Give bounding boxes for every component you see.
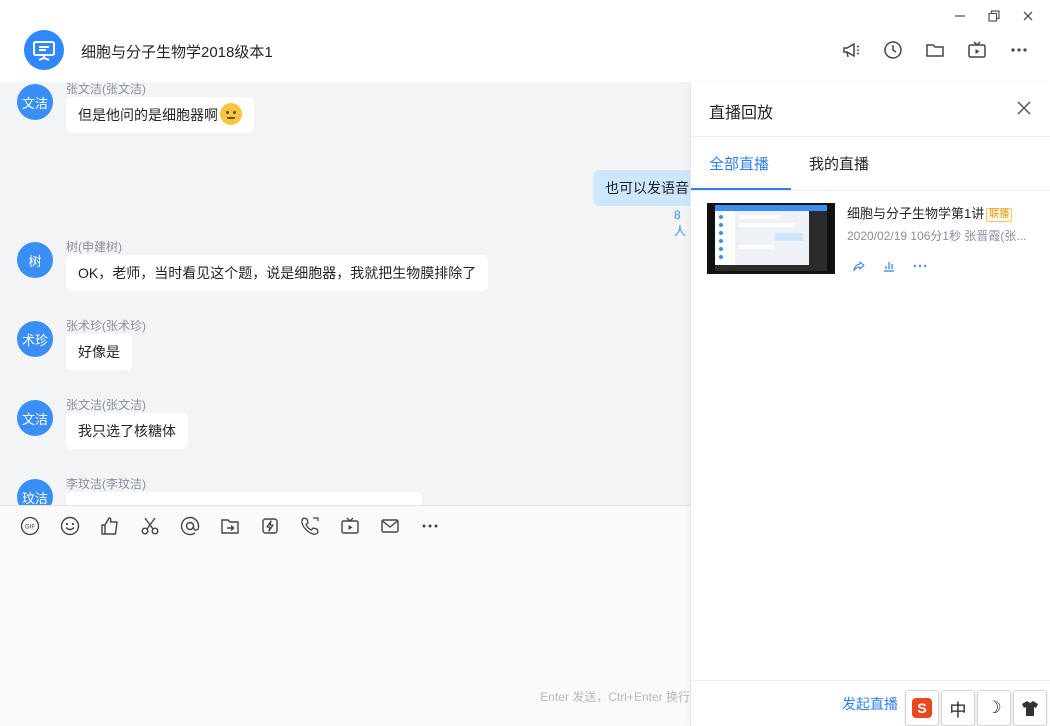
playback-item[interactable]: 细胞与分子生物学第1讲 联播 2020/02/19 106分1秒 张晋霞(张...: [707, 203, 1043, 275]
start-live-button[interactable]: 发起直播: [842, 694, 898, 714]
message-bubble[interactable]: 好像是: [66, 334, 132, 370]
scissors-icon: [141, 517, 159, 534]
shirt-icon: [1022, 701, 1038, 716]
more-button[interactable]: [998, 36, 1040, 64]
close-button[interactable]: [1014, 6, 1042, 26]
more-icon[interactable]: [913, 260, 927, 272]
message-text: 但是他问的是细胞器啊: [78, 107, 218, 123]
more-icon: [1011, 48, 1027, 52]
group-avatar[interactable]: [24, 30, 64, 70]
live-button[interactable]: [330, 512, 370, 540]
avatar[interactable]: 文洁: [17, 400, 53, 436]
sender-name: 树(申建树): [66, 240, 122, 254]
stats-icon[interactable]: [883, 260, 895, 272]
live-playback-button[interactable]: [956, 36, 998, 64]
ime-moon-toggle[interactable]: ☽: [977, 690, 1011, 726]
tab-all-live[interactable]: 全部直播: [709, 153, 769, 174]
tv-icon: [968, 41, 986, 58]
clock-icon: [884, 41, 902, 59]
tv-icon: [341, 517, 359, 534]
gif-icon: GIF: [20, 516, 40, 535]
emoji-button[interactable]: [50, 512, 90, 540]
message-bubble[interactable]: 但是他问的是细胞器啊: [66, 97, 254, 133]
broadcast-badge: 联播: [986, 208, 1013, 222]
smile-icon: [60, 516, 80, 535]
svg-text:GIF: GIF: [25, 524, 35, 530]
live-playback-panel: 直播回放 全部直播 我的直播 细胞与分子生物学第1讲 联播 2020/02/19 …: [690, 82, 1050, 726]
avatar[interactable]: 树: [17, 242, 53, 278]
send-hint: Enter 发送，Ctrl+Enter 换行: [540, 690, 690, 704]
tab-my-live[interactable]: 我的直播: [809, 153, 869, 174]
video-title-text: 细胞与分子生物学第1讲: [847, 206, 985, 221]
call-button[interactable]: [290, 512, 330, 540]
screenshot-button[interactable]: [130, 512, 170, 540]
at-icon: [180, 516, 200, 535]
group-title: 细胞与分子生物学2018级本1: [81, 44, 273, 61]
share-icon[interactable]: [853, 260, 865, 272]
close-icon: [1023, 11, 1033, 21]
restore-icon: [988, 10, 1000, 22]
panel-close-button[interactable]: [1016, 100, 1032, 116]
presentation-icon: [33, 41, 55, 61]
window-controls: [946, 6, 1042, 26]
sender-name: 张文洁(张文洁): [66, 82, 146, 96]
history-button[interactable]: [872, 36, 914, 64]
chat-messages[interactable]: 文洁 张文洁(张文洁) 但是他问的是细胞器啊 也可以发语音 8人 树 树(申建树…: [0, 82, 690, 506]
sender-name: 张术珍(张术珍): [66, 319, 146, 333]
message-bubble[interactable]: [66, 492, 422, 506]
self-message-bubble[interactable]: 也可以发语音: [593, 170, 690, 206]
ime-logo[interactable]: S: [905, 690, 939, 726]
minimize-icon: [955, 15, 965, 17]
message-bubble[interactable]: 我只选了核糖体: [66, 413, 188, 449]
mail-icon: [381, 518, 399, 533]
input-toolbar: GIF: [0, 505, 690, 545]
header-actions: [830, 36, 1040, 64]
thinking-emoji-icon: [220, 103, 242, 125]
flash-button[interactable]: [250, 512, 290, 540]
gif-button[interactable]: GIF: [10, 512, 50, 540]
avatar[interactable]: 文洁: [17, 84, 53, 120]
file-button[interactable]: [210, 512, 250, 540]
sogou-logo-icon: S: [912, 698, 932, 718]
minimize-button[interactable]: [946, 6, 974, 26]
folder-icon: [926, 44, 944, 57]
phone-icon: [301, 516, 319, 535]
ime-language-toggle[interactable]: 中: [941, 690, 975, 726]
mention-button[interactable]: [170, 512, 210, 540]
divider: [691, 190, 1050, 191]
panel-title: 直播回放: [709, 105, 774, 122]
thumbnail-preview-icon: [715, 205, 827, 271]
avatar[interactable]: 术珍: [17, 321, 53, 357]
read-count[interactable]: 8人: [674, 208, 690, 239]
svg-text:S: S: [917, 700, 926, 716]
announcement-button[interactable]: [830, 36, 872, 64]
sender-name: 张文洁(张文洁): [66, 398, 146, 412]
message-bubble[interactable]: OK，老师，当时看见这个题，说是细胞器，我就把生物膜排除了: [66, 255, 489, 291]
like-button[interactable]: [90, 512, 130, 540]
close-icon: [1017, 101, 1031, 115]
more-icon: [422, 524, 438, 527]
title-bar: 细胞与分子生物学2018级本1: [0, 0, 1050, 82]
divider: [691, 136, 1050, 137]
folder-send-icon: [221, 518, 239, 534]
thumbs-up-icon: [101, 516, 118, 535]
ime-skin-button[interactable]: [1013, 690, 1047, 726]
more-tools-button[interactable]: [410, 512, 450, 540]
avatar[interactable]: 玟洁: [17, 479, 53, 506]
video-title[interactable]: 细胞与分子生物学第1讲 联播: [847, 203, 1013, 222]
restore-button[interactable]: [980, 6, 1008, 26]
video-thumbnail[interactable]: [707, 203, 835, 274]
flash-icon: [262, 517, 278, 534]
files-button[interactable]: [914, 36, 956, 64]
video-meta: 2020/02/19 106分1秒 张晋霞(张...: [847, 229, 1027, 243]
mail-button[interactable]: [370, 512, 410, 540]
thumbnail-screen: [715, 205, 827, 271]
sender-name: 李玟洁(李玟洁): [66, 477, 146, 491]
message-input[interactable]: Enter 发送，Ctrl+Enter 换行: [0, 545, 690, 726]
megaphone-icon: [843, 42, 860, 58]
video-actions: [853, 260, 927, 272]
ime-toolbar: S 中 ☽: [905, 690, 1047, 726]
